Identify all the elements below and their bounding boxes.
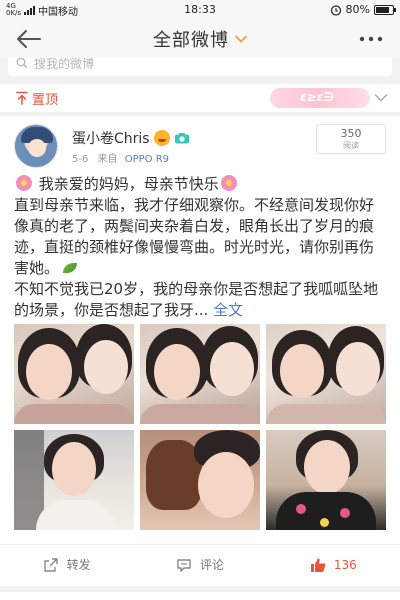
photo-grid	[14, 324, 386, 530]
photo-5[interactable]	[140, 430, 260, 530]
pinned-label: 置顶	[32, 92, 59, 108]
avatar[interactable]	[14, 124, 58, 168]
status-right: 80%	[330, 3, 396, 16]
user-name: 蛋小卷Chris	[72, 131, 150, 147]
read-label: 阅读	[343, 141, 359, 150]
greeting-text: 我亲爱的妈妈，母亲节快乐	[38, 175, 219, 193]
nav-title: 全部微博	[0, 26, 400, 52]
repost-button[interactable]: 转发	[0, 545, 133, 584]
chevron-down-icon	[235, 35, 247, 43]
photo-6[interactable]	[266, 430, 386, 530]
like-icon	[310, 558, 326, 572]
more-icon[interactable]	[356, 30, 386, 48]
photo-2[interactable]	[140, 324, 260, 424]
comment-button[interactable]: 评论	[133, 545, 266, 584]
camera-icon	[174, 133, 189, 144]
alarm-icon	[330, 4, 341, 16]
photo-4[interactable]	[14, 430, 134, 530]
feed-filter-dropdown[interactable]: 全部微博	[153, 26, 247, 52]
repost-icon	[43, 557, 58, 572]
post-paragraph-2: 不知不觉我已20岁，我的母亲你是否想起了我呱呱坠地的场景，你是否想起了我牙...…	[14, 279, 388, 321]
pinned-bar: 置顶 ε≥ε∋	[0, 84, 400, 112]
paragraph-2-text: 不知不觉我已20岁，我的母亲你是否想起了我呱呱坠地的场景，你是否想起了我牙...	[14, 280, 379, 319]
pinned-decoration: ε≥ε∋	[270, 88, 370, 108]
like-count: 136	[333, 557, 357, 572]
comment-icon	[177, 558, 191, 572]
read-count-box: 350 阅读	[316, 124, 386, 154]
post-line-1: 我亲爱的妈妈，母亲节快乐	[14, 174, 388, 195]
emoji-badge-icon	[153, 130, 170, 146]
like-button[interactable]: 136	[267, 545, 400, 584]
battery-level	[376, 6, 389, 13]
page-title: 全部微博	[153, 30, 229, 51]
flower-emoji-icon	[220, 175, 237, 191]
post-actions: 转发 评论 136	[0, 544, 400, 584]
post-source[interactable]: OPPO R9	[125, 154, 169, 165]
post-meta: 5-6 来自 OPPO R9	[72, 150, 169, 165]
repost-label: 转发	[66, 558, 91, 572]
full-text-link[interactable]: 全文	[213, 301, 243, 319]
decor-text: ε≥ε∋	[300, 90, 335, 104]
post-date: 5-6	[72, 154, 89, 165]
leaf-emoji-icon	[63, 263, 78, 273]
post-card[interactable]: 蛋小卷Chris 5-6 来自 OPPO R9 350 阅读 我亲爱的妈妈，母亲…	[0, 116, 400, 586]
chevron-down-icon[interactable]	[374, 93, 388, 102]
next-card-peek	[0, 592, 400, 600]
user-name-row[interactable]: 蛋小卷Chris	[72, 128, 190, 148]
battery-icon	[374, 4, 396, 15]
post-paragraph-1: 直到母亲节来临，我才仔细观察你。不经意间发现你好像真的老了，两鬓间夹杂着白发，眼…	[14, 195, 388, 279]
battery-percent: 80%	[345, 3, 370, 16]
status-bar: 4G 0K/s 中国移动 18:33 80%	[0, 0, 400, 20]
weibo-screen: 4G 0K/s 中国移动 18:33 80% 全部微博 搜我的微博 置顶 ε≥ε…	[0, 0, 400, 600]
search-input[interactable]: 搜我的微博	[8, 58, 392, 76]
comment-label: 评论	[199, 558, 224, 572]
flower-emoji-icon	[16, 175, 32, 191]
source-prefix: 来自	[97, 154, 118, 165]
search-icon	[16, 58, 28, 69]
post-text: 我亲爱的妈妈，母亲节快乐 直到母亲节来临，我才仔细观察你。不经意间发现你好像真的…	[14, 174, 388, 321]
pin-icon	[16, 91, 28, 105]
search-placeholder: 搜我的微博	[34, 58, 95, 71]
search-strip: 搜我的微博	[0, 58, 400, 82]
avatar-face	[28, 139, 46, 157]
photo-1[interactable]	[14, 324, 134, 424]
nav-bar: 全部微博	[0, 20, 400, 58]
photo-3[interactable]	[266, 324, 386, 424]
read-count: 350	[340, 127, 362, 140]
